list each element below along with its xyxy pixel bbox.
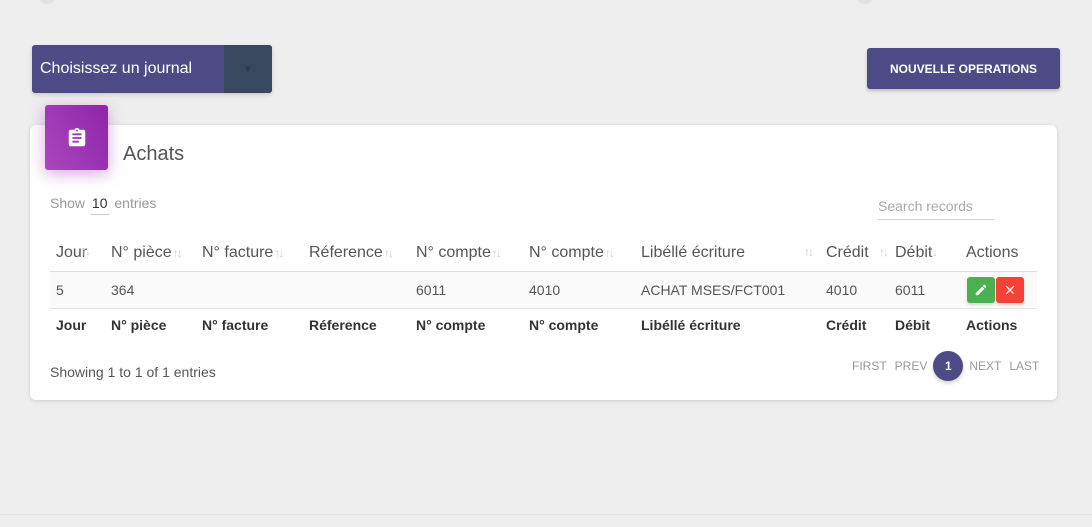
length-select[interactable]: 10 (90, 195, 109, 215)
column-header-compte-2[interactable]: N° compte↑↓ (523, 236, 635, 272)
pencil-icon (975, 284, 987, 295)
column-header-libelle[interactable]: Libéllé écriture ↑↓ (635, 236, 820, 272)
length-control: Show 10 entries (50, 195, 156, 215)
sort-icon: ↑↓ (491, 246, 502, 261)
pagination-next[interactable]: NEXT (965, 359, 1005, 373)
sort-icon: ↑↓ (383, 246, 394, 261)
column-header-compte-1[interactable]: N° compte↑↓ (410, 236, 523, 272)
sort-icon: ↑↓ (172, 246, 183, 261)
close-icon (1005, 285, 1015, 294)
column-header-reference[interactable]: Réference↑↓ (303, 236, 410, 272)
delete-button[interactable] (996, 276, 1024, 303)
pagination-page-current[interactable]: 1 (933, 351, 964, 381)
cell-credit: 4010 (820, 271, 889, 309)
footer-reference: Réference (309, 317, 377, 334)
cell-compte-2: 4010 (523, 271, 635, 309)
sort-icon: ↑↓ (804, 245, 814, 259)
cell-piece: 364 (105, 271, 196, 309)
footer-credit: Crédit (826, 317, 867, 334)
cell-jour: 5 (50, 271, 105, 309)
length-suffix: entries (114, 195, 157, 211)
column-header-facture[interactable]: N° facture↑↓ (196, 236, 303, 272)
table-info: Showing 1 to 1 of 1 entries (50, 364, 216, 380)
pagination-first[interactable]: FIRST (848, 359, 891, 373)
cell-compte-1: 6011 (410, 271, 523, 309)
search-input[interactable] (878, 192, 994, 220)
journal-select[interactable]: Choisissez un journal ▼ (32, 45, 272, 93)
footer-actions: Actions (966, 317, 1018, 334)
new-operation-button[interactable]: NOUVELLE OPERATIONS (867, 48, 1060, 89)
length-prefix: Show (50, 195, 86, 211)
column-header-credit[interactable]: Crédit ↑↓ (820, 236, 889, 272)
top-decoration-right (856, 0, 874, 4)
pagination-prev[interactable]: PREV (891, 359, 932, 373)
footer-facture: N° facture (202, 317, 269, 334)
sort-icon: ↑↓ (274, 246, 284, 261)
sort-icon: ↑↓ (879, 245, 889, 259)
pagination-last[interactable]: LAST (1005, 359, 1043, 373)
column-header-jour[interactable]: Jour ↑↓ (50, 236, 105, 272)
edit-button[interactable] (967, 276, 995, 303)
table-row: 5 364 6011 4010 ACHAT MSES/FCT001 4010 6… (50, 271, 1037, 309)
cell-facture (196, 271, 303, 309)
footer-compte-2: N° compte (529, 317, 599, 334)
cell-actions (960, 271, 1037, 309)
column-header-piece[interactable]: N° pièce↑↓ (105, 236, 196, 272)
journal-select-label: Choisissez un journal (40, 60, 193, 77)
cell-reference (303, 271, 410, 309)
cell-debit: 6011 (889, 271, 960, 309)
sort-icon: ↑↓ (928, 245, 938, 259)
sort-icon: ↑↓ (81, 244, 91, 258)
chevron-down-icon[interactable]: ▼ (224, 45, 272, 93)
pagination: FIRST PREV 1 NEXT LAST (848, 351, 1043, 381)
column-header-debit[interactable]: Débit ↑↓ (889, 236, 960, 272)
clipboard-icon (45, 105, 108, 170)
card-title: Achats (123, 143, 185, 165)
footer-libelle: Libéllé écriture (641, 317, 741, 334)
footer-jour: Jour (56, 317, 87, 334)
header-row: Jour ↑↓ N° pièce↑↓ N° facture↑↓ Réference… (50, 236, 1037, 272)
footer-debit: Débit (895, 317, 930, 334)
footer-row: Jour N° pièce N° facture Réference N° co… (50, 308, 1037, 342)
footer-compte-1: N° compte (416, 317, 486, 334)
sort-icon: ↑↓ (604, 246, 615, 261)
top-decoration-left (38, 0, 56, 4)
records-table: Jour ↑↓ N° pièce↑↓ N° facture↑↓ Réference… (50, 236, 1037, 342)
footer-divider (0, 514, 1092, 515)
cell-libelle: ACHAT MSES/FCT001 (635, 271, 820, 309)
footer-piece: N° pièce (111, 317, 167, 334)
column-header-actions: Actions (960, 236, 1037, 272)
